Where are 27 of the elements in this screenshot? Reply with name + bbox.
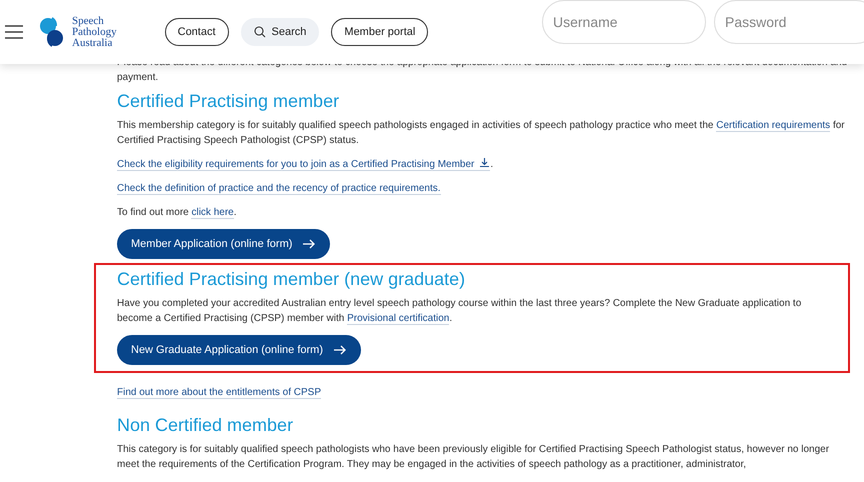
login-field[interactable]: Username: [542, 0, 706, 44]
text-link[interactable]: Provisional certification: [347, 313, 450, 325]
arrow-icon: [302, 239, 316, 249]
text-link[interactable]: Find out more about the entitlements of CPSP: [117, 387, 321, 399]
section-heading: Certified Practising member: [117, 91, 340, 112]
application-button[interactable]: New Graduate Application (online form): [117, 335, 361, 365]
paragraph: This membership category is for suitably qualified speech pathologists engaged in activities of speech pathology practice who meet the Certification requirements for Certified Practising Speech Pathologist (CPSP) status.: [117, 119, 846, 148]
text-link[interactable]: Check the eligibility requirements for you to join as a Certified Practising Member: [117, 159, 490, 171]
logo-text: Speech Pathology Australia: [72, 16, 117, 48]
paragraph: Check the eligibility requirements for you to join as a Certified Practising Member .: [117, 157, 494, 172]
logo-icon: [38, 16, 66, 48]
search-button[interactable]: Search: [240, 18, 320, 46]
menu-icon[interactable]: [4, 24, 24, 40]
login-field[interactable]: Password: [714, 0, 864, 44]
text-link[interactable]: click here: [191, 207, 234, 219]
paragraph: This category is for suitably qualified speech pathologists who have been previously eligible for Certified Practising Speech Pathologist status, however no longer meet the requirements of the Certification Program. They may be engaged in the activities of speech pathology as a practitioner, administrator,: [117, 443, 830, 472]
nav-button[interactable]: Contact: [164, 18, 229, 46]
nav-button[interactable]: Member portal: [331, 18, 428, 46]
text-link[interactable]: Certification requirements: [716, 120, 830, 132]
section-heading: Certified Practising member (new graduate): [117, 269, 466, 290]
section-heading: Non Certified member: [117, 415, 294, 436]
paragraph: To find out more click here.: [117, 206, 238, 220]
search-icon: [254, 26, 266, 38]
application-button[interactable]: Member Application (online form): [117, 229, 330, 259]
paragraph: Have you completed your accredited Australian entry level speech pathology course within the last three years? Complete the New Graduate application to become a Certified Practising (CPSP) member with Provisional certification.: [117, 297, 802, 326]
arrow-icon: [332, 345, 347, 355]
text-link[interactable]: Check the definition of practice and the recency of practice requirements.: [117, 183, 441, 195]
